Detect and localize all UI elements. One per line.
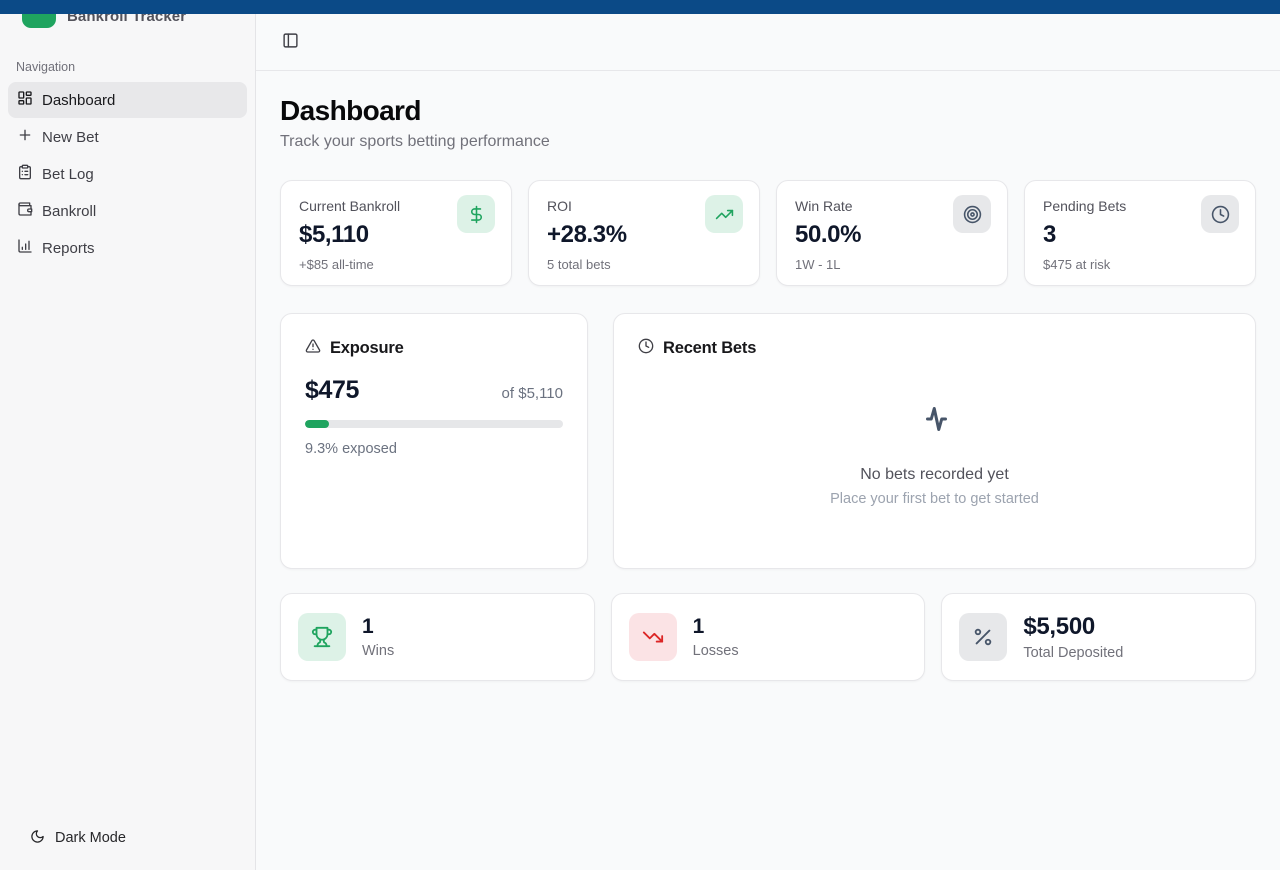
sidebar-item-label: Bet Log xyxy=(42,166,94,183)
empty-state-subtitle: Place your first bet to get started xyxy=(830,491,1039,507)
exposure-of-total: of $5,110 xyxy=(502,385,563,402)
exposure-amount-row: $475 of $5,110 xyxy=(305,376,563,405)
summary-label: Total Deposited xyxy=(1023,645,1123,661)
empty-state-title: No bets recorded yet xyxy=(860,466,1009,484)
summary-row: 1 Wins 1 Losses $5,500 Total xyxy=(280,593,1256,681)
trending-up-icon xyxy=(705,195,743,233)
stat-sub: 1W - 1L xyxy=(795,257,989,272)
plus-icon xyxy=(17,127,33,147)
stat-card-current-bankroll: Current Bankroll $5,110 +$85 all-time xyxy=(280,180,512,286)
exposure-title: Exposure xyxy=(330,339,404,358)
clock-icon xyxy=(1201,195,1239,233)
moon-icon xyxy=(30,829,45,848)
sidebar-item-reports[interactable]: Reports xyxy=(8,230,247,266)
page-title: Dashboard xyxy=(280,95,1256,127)
summary-value: 1 xyxy=(693,615,739,639)
summary-text: $5,500 Total Deposited xyxy=(1023,613,1123,661)
stat-card-win-rate: Win Rate 50.0% 1W - 1L xyxy=(776,180,1008,286)
bar-chart-icon xyxy=(17,238,33,258)
sidebar-toggle-button[interactable] xyxy=(278,28,303,56)
window-top-bar xyxy=(0,0,1280,14)
sidebar-item-label: Dashboard xyxy=(42,92,115,109)
page-subtitle: Track your sports betting performance xyxy=(280,133,1256,151)
stat-sub: $475 at risk xyxy=(1043,257,1237,272)
main-area: Dashboard Track your sports betting perf… xyxy=(256,0,1280,870)
sidebar-item-new-bet[interactable]: New Bet xyxy=(8,119,247,155)
stat-card-roi: ROI +28.3% 5 total bets xyxy=(528,180,760,286)
exposure-amount: $475 xyxy=(305,376,359,405)
exposure-card: Exposure $475 of $5,110 9.3% exposed xyxy=(280,313,588,569)
nav-section-label: Navigation xyxy=(0,40,255,82)
sidebar-item-dashboard[interactable]: Dashboard xyxy=(8,82,247,118)
clipboard-list-icon xyxy=(17,164,33,184)
layout-dashboard-icon xyxy=(17,90,33,110)
sidebar-item-label: Reports xyxy=(42,240,95,257)
exposure-progress-fill xyxy=(305,420,329,428)
sidebar-item-label: New Bet xyxy=(42,129,99,146)
sidebar: Bankroll Tracker Navigation Dashboard Ne… xyxy=(0,0,256,870)
stat-card-pending-bets: Pending Bets 3 $475 at risk xyxy=(1024,180,1256,286)
percent-icon xyxy=(959,613,1007,661)
summary-label: Wins xyxy=(362,643,394,659)
exposure-title-row: Exposure xyxy=(305,338,563,359)
recent-bets-empty-state: No bets recorded yet Place your first be… xyxy=(638,369,1231,539)
exposure-progress-track xyxy=(305,420,563,428)
sidebar-item-bet-log[interactable]: Bet Log xyxy=(8,156,247,192)
sidebar-item-bankroll[interactable]: Bankroll xyxy=(8,193,247,229)
middle-row: Exposure $475 of $5,110 9.3% exposed Rec… xyxy=(280,313,1256,569)
summary-card-wins: 1 Wins xyxy=(280,593,595,681)
activity-icon xyxy=(917,401,953,442)
summary-value: 1 xyxy=(362,615,394,639)
clock-icon xyxy=(638,338,654,359)
nav-list: Dashboard New Bet Bet Log Bankroll Repor… xyxy=(0,82,255,266)
panel-left-icon xyxy=(282,37,299,52)
dollar-sign-icon xyxy=(457,195,495,233)
wallet-icon xyxy=(17,201,33,221)
alert-triangle-icon xyxy=(305,338,321,359)
summary-label: Losses xyxy=(693,643,739,659)
summary-value: $5,500 xyxy=(1023,613,1123,641)
summary-card-losses: 1 Losses xyxy=(611,593,926,681)
stat-sub: +$85 all-time xyxy=(299,257,493,272)
target-icon xyxy=(953,195,991,233)
dark-mode-label: Dark Mode xyxy=(55,830,126,846)
recent-bets-title: Recent Bets xyxy=(663,339,756,358)
dashboard-content: Dashboard Track your sports betting perf… xyxy=(256,71,1280,705)
stat-sub: 5 total bets xyxy=(547,257,741,272)
recent-bets-title-row: Recent Bets xyxy=(638,338,1231,359)
stats-grid: Current Bankroll $5,110 +$85 all-time RO… xyxy=(280,180,1256,286)
recent-bets-card: Recent Bets No bets recorded yet Place y… xyxy=(613,313,1256,569)
dark-mode-toggle[interactable]: Dark Mode xyxy=(0,826,255,850)
sidebar-spacer xyxy=(0,266,255,826)
trophy-icon xyxy=(298,613,346,661)
exposure-percent-label: 9.3% exposed xyxy=(305,441,563,457)
summary-card-total-deposited: $5,500 Total Deposited xyxy=(941,593,1256,681)
summary-text: 1 Losses xyxy=(693,615,739,659)
sidebar-item-label: Bankroll xyxy=(42,203,96,220)
trending-down-icon xyxy=(629,613,677,661)
summary-text: 1 Wins xyxy=(362,615,394,659)
